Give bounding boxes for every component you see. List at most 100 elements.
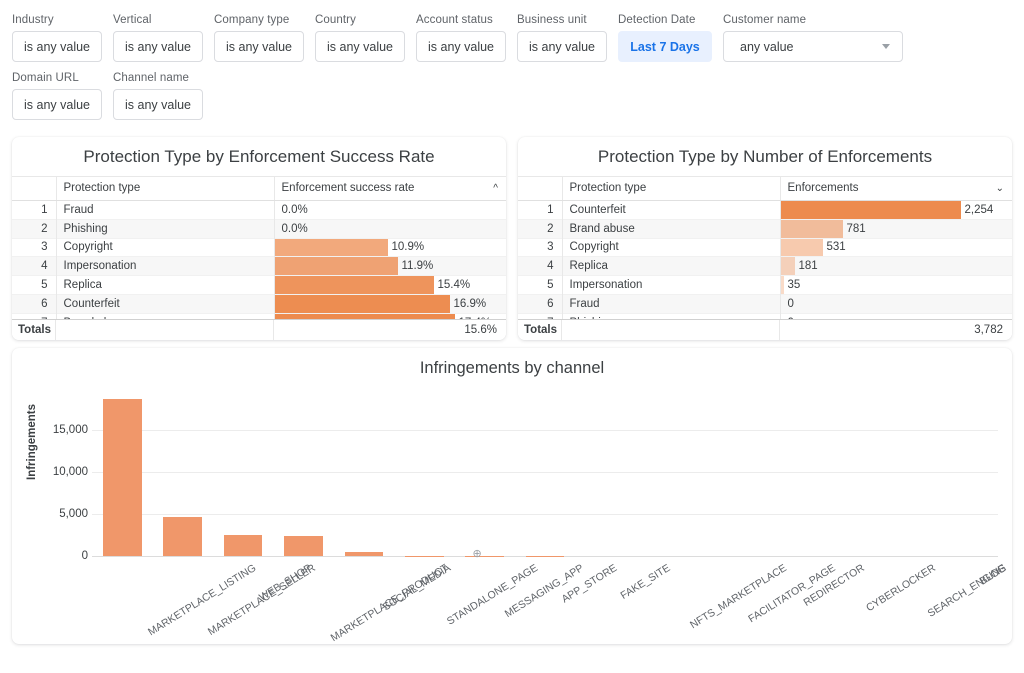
table-row[interactable]: 6 Fraud 0 — [518, 294, 1012, 314]
filter-value: is any value — [428, 39, 495, 54]
right-table-header-index — [518, 176, 563, 201]
row-index: 5 — [518, 275, 563, 295]
data-bar — [780, 201, 961, 219]
chart-bar[interactable] — [102, 398, 142, 556]
chart-bar-slot[interactable] — [92, 398, 152, 556]
filter-control[interactable]: is any value — [517, 31, 607, 62]
cell-protection-type: Phishing — [56, 219, 275, 239]
filter-control[interactable]: is any value — [113, 31, 203, 62]
left-table-scroll[interactable]: Protection type Enforcement success rate… — [12, 176, 506, 319]
right-table-header-enforcements[interactable]: Enforcements ⌄ — [780, 176, 1012, 201]
cell-value: 11.9% — [274, 257, 506, 276]
cell-value-text: 15.4% — [437, 279, 471, 292]
cell-value: 10.9% — [274, 238, 506, 257]
cell-protection-type: Fraud — [56, 200, 275, 220]
filter-row-1: Industry is any value Vertical is any value… — [12, 14, 1012, 62]
data-bar — [274, 257, 398, 276]
table-row[interactable]: 6 Counterfeit 16.9% — [12, 294, 506, 314]
chart-bar[interactable] — [344, 552, 384, 556]
table-row[interactable]: 7Phishing0 — [518, 313, 1012, 319]
right-totals-label: Totals — [518, 320, 562, 340]
table-row[interactable]: 3 Copyright 531 — [518, 238, 1012, 257]
filter-control[interactable]: is any value — [214, 31, 304, 62]
y-tick-label: 10,000 — [52, 466, 88, 478]
tables-row: Protection Type by Enforcement Success R… — [0, 130, 1024, 340]
cell-value: 15.4% — [274, 276, 506, 295]
filter-vertical: Vertical is any value — [113, 14, 203, 62]
card-protection-type-enforcements: Protection Type by Number of Enforcement… — [518, 137, 1012, 340]
filter-label: Customer name — [723, 14, 807, 26]
right-totals-value: 3,782 — [974, 324, 1003, 336]
right-table-header-protection-type[interactable]: Protection type — [562, 176, 781, 201]
filter-label: Account status — [416, 14, 493, 26]
filter-control[interactable]: Last 7 Days — [618, 31, 712, 62]
filter-label: Channel name — [113, 72, 190, 84]
table-row[interactable]: 1 Fraud 0.0% — [12, 200, 506, 220]
filter-value: is any value — [24, 97, 91, 112]
y-tick-label: 0 — [81, 550, 88, 562]
table-row[interactable]: 4 Impersonation 11.9% — [12, 256, 506, 276]
filter-label: Country — [315, 14, 356, 26]
table-row[interactable]: 4 Replica 181 — [518, 256, 1012, 276]
chart-bar-slot[interactable] — [273, 536, 333, 556]
right-table-scroll[interactable]: Protection type Enforcements ⌄ 1 Counterf… — [518, 176, 1012, 319]
filter-control[interactable]: is any value — [113, 89, 203, 120]
cell-protection-type: Replica — [562, 256, 781, 276]
left-table-totals-row: Totals 15.6% — [12, 319, 506, 340]
filter-control[interactable]: is any value — [315, 31, 405, 62]
cell-value-text: 0 — [787, 297, 794, 310]
table-row[interactable]: 5 Replica 15.4% — [12, 275, 506, 295]
chart-bar[interactable] — [284, 536, 323, 556]
chart-bar-slot[interactable] — [334, 552, 394, 556]
left-table-header-success-rate-label: Enforcement success rate — [281, 182, 415, 194]
table-row[interactable]: 3 Copyright 10.9% — [12, 238, 506, 257]
x-tick-label: BLOG — [977, 562, 1009, 588]
left-table-body: 1 Fraud 0.0% 2 Phishing 0.0% 3 Copyright 10.9% 4 I… — [12, 200, 506, 319]
chart-bar-slot[interactable] — [152, 516, 212, 556]
filter-control[interactable]: is any value — [416, 31, 506, 62]
chart-bar[interactable] — [223, 535, 263, 556]
filter-value: is any value — [125, 39, 192, 54]
caret-down-icon[interactable]: ⌄ — [996, 183, 1004, 194]
filter-label: Industry — [12, 14, 54, 26]
chart-point-marker-icon: ⊕ — [472, 548, 482, 560]
table-row[interactable]: 7Brand abuse 17.4% — [12, 313, 506, 319]
cell-value-text: 17.4% — [455, 317, 492, 319]
filter-control[interactable]: is any value — [12, 31, 102, 62]
chart-bar-slot[interactable] — [213, 535, 273, 556]
left-table-title: Protection Type by Enforcement Success R… — [83, 147, 435, 166]
cell-value: 2,254 — [780, 201, 1012, 220]
cell-protection-type: Impersonation — [56, 256, 275, 276]
chevron-down-icon[interactable] — [882, 44, 890, 49]
chart-bar-slot[interactable] — [394, 555, 454, 556]
chart-bars — [92, 388, 998, 556]
table-row[interactable]: 2 Phishing 0.0% — [12, 219, 506, 239]
table-row[interactable]: 2 Brand abuse 781 — [518, 219, 1012, 239]
chart-bar[interactable] — [404, 555, 444, 556]
left-totals-label: Totals — [12, 320, 56, 340]
row-index: 1 — [518, 200, 563, 220]
x-tick-label: MARKETPLACE_LISTING — [146, 562, 259, 639]
cell-protection-type: Impersonation — [562, 275, 781, 295]
x-tick-label: FAKE_SITE — [618, 562, 673, 602]
row-index: 5 — [12, 275, 57, 295]
row-index: 3 — [518, 238, 563, 257]
chart-bar[interactable] — [163, 516, 202, 556]
caret-up-icon[interactable]: ^ — [493, 183, 498, 194]
filter-country: Country is any value — [315, 14, 405, 62]
filter-account-status: Account status is any value — [416, 14, 506, 62]
filter-control[interactable]: is any value — [12, 89, 102, 120]
left-table-header-success-rate[interactable]: Enforcement success rate ^ — [274, 176, 506, 201]
cell-value-text: 0.0% — [281, 222, 308, 235]
right-table-body: 1 Counterfeit 2,254 2 Brand abuse 781 3 Copyrig… — [518, 200, 1012, 319]
table-row[interactable]: 5 Impersonation 35 — [518, 275, 1012, 295]
filter-label: Company type — [214, 14, 290, 26]
left-table-header-protection-type[interactable]: Protection type — [56, 176, 275, 201]
data-bar — [780, 257, 795, 276]
filter-label: Vertical — [113, 14, 152, 26]
table-row[interactable]: 1 Counterfeit 2,254 — [518, 200, 1012, 220]
filter-control[interactable]: any value — [723, 31, 903, 62]
filter-company-type: Company type is any value — [214, 14, 304, 62]
cell-value: 0.0% — [274, 201, 506, 220]
cell-protection-type: Brand abuse — [562, 219, 781, 239]
